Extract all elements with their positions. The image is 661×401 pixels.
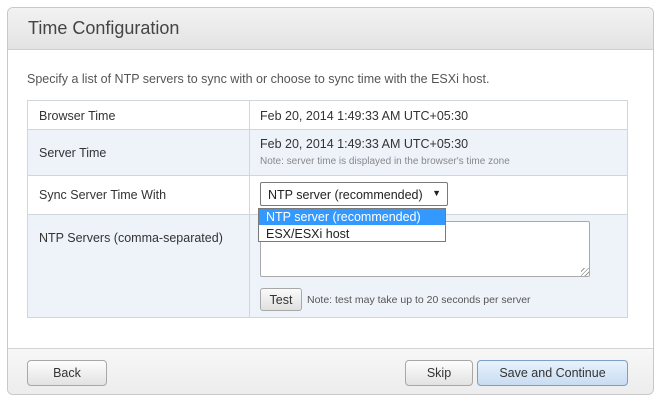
browser-time-value: Feb 20, 2014 1:49:33 AM UTC+05:30 — [260, 109, 469, 123]
sync-with-select[interactable]: NTP server (recommended) ▼ — [260, 182, 448, 206]
intro-text: Specify a list of NTP servers to sync wi… — [27, 72, 490, 86]
server-time-note: Note: server time is displayed in the br… — [260, 156, 510, 167]
dialog-title: Time Configuration — [28, 18, 180, 38]
row-browser-time: Browser Time Feb 20, 2014 1:49:33 AM UTC… — [28, 101, 627, 130]
test-note: Note: test may take up to 20 seconds per… — [307, 294, 531, 306]
chevron-down-icon: ▼ — [432, 188, 441, 198]
option-ntp-server[interactable]: NTP server (recommended) — [259, 209, 445, 225]
ntp-servers-label: NTP Servers (comma-separated) — [39, 231, 223, 245]
skip-button[interactable]: Skip — [405, 360, 473, 386]
server-time-value: Feb 20, 2014 1:49:33 AM UTC+05:30 — [260, 137, 469, 151]
time-configuration-dialog: Time Configuration Specify a list of NTP… — [7, 7, 654, 395]
test-button[interactable]: Test — [260, 288, 302, 311]
back-button[interactable]: Back — [27, 360, 107, 386]
server-time-label: Server Time — [39, 146, 107, 160]
option-esx-host[interactable]: ESX/ESXi host — [259, 226, 445, 242]
sync-with-dropdown-list: NTP server (recommended) ESX/ESXi host — [258, 208, 446, 242]
dialog-footer: Back Skip Save and Continue — [8, 348, 653, 394]
row-server-time: Server Time Feb 20, 2014 1:49:33 AM UTC+… — [28, 130, 627, 176]
dialog-header: Time Configuration — [8, 8, 653, 50]
sync-with-selected-value: NTP server (recommended) — [268, 188, 423, 202]
sync-with-label: Sync Server Time With — [39, 188, 167, 202]
browser-time-label: Browser Time — [39, 109, 116, 123]
save-and-continue-button[interactable]: Save and Continue — [477, 360, 628, 386]
resize-grip-icon[interactable] — [581, 268, 589, 276]
